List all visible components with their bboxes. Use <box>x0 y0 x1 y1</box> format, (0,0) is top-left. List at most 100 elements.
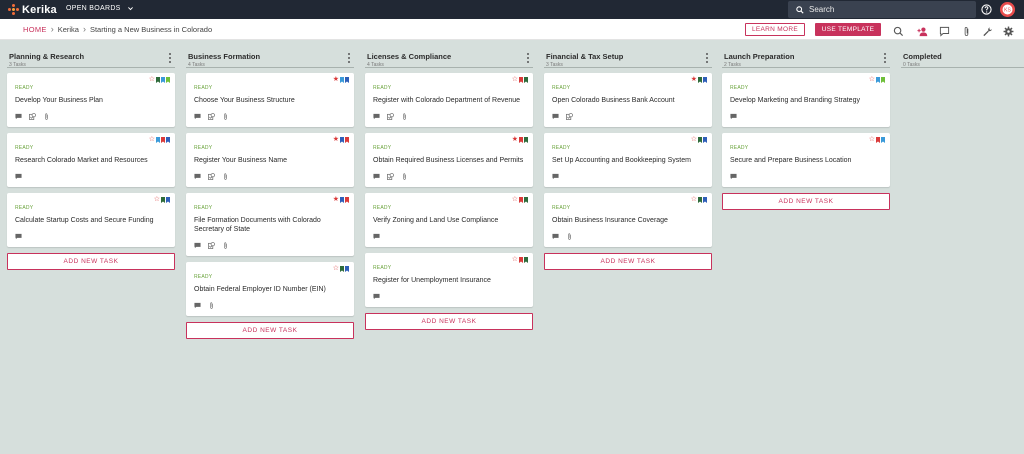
star-filled-icon[interactable]: ★ <box>333 196 339 203</box>
card-icons <box>373 172 525 181</box>
card-icons <box>15 232 167 241</box>
star-filled-icon[interactable]: ★ <box>512 136 518 143</box>
tag-bookmark-icon <box>876 76 880 83</box>
breadcrumb-home[interactable]: HOME <box>23 25 47 34</box>
chat-icon[interactable] <box>939 24 950 37</box>
task-card[interactable]: ☆ READY Research Colorado Market and Resou… <box>7 133 175 187</box>
star-outline-icon[interactable]: ☆ <box>149 76 155 83</box>
column-header: Planning & Research 3 Tasks <box>7 52 175 68</box>
column-title[interactable]: Planning & Research <box>9 52 84 61</box>
task-status: READY <box>373 145 392 151</box>
learn-more-button[interactable]: LEARN MORE <box>745 23 805 36</box>
task-card[interactable]: ☆ READY Register for Unemployment Insuranc… <box>365 253 533 307</box>
help-icon[interactable] <box>981 4 992 15</box>
task-title: Develop Marketing and Branding Strategy <box>730 97 860 104</box>
add-person-icon[interactable] <box>917 24 928 37</box>
tools-icon[interactable] <box>982 24 993 37</box>
tag-bookmark-icon <box>881 136 885 143</box>
task-title: Set Up Accounting and Bookkeeping System <box>552 157 691 164</box>
add-new-task-button[interactable]: ADD NEW TASK <box>722 193 890 210</box>
task-card[interactable]: ☆ READY Obtain Business Insurance Coverage <box>544 193 712 247</box>
task-status: READY <box>552 145 571 151</box>
top-bar: Kerika OPEN BOARDS KS <box>0 0 1024 19</box>
task-card[interactable]: ★ READY File Formation Documents with Colo… <box>186 193 354 256</box>
comment-icon <box>194 242 201 249</box>
star-filled-icon[interactable]: ★ <box>691 76 697 83</box>
tag-bookmark-icon <box>524 136 528 143</box>
column-header: Completed 0 Tasks <box>901 52 1024 68</box>
task-card[interactable]: ☆ READY Register with Colorado Department … <box>365 73 533 127</box>
tag-bookmark-icon <box>340 265 344 272</box>
column-task-count: 0 Tasks <box>903 62 920 68</box>
task-card[interactable]: ★ READY Obtain Required Business Licenses … <box>365 133 533 187</box>
column-menu-icon[interactable] <box>525 53 531 63</box>
task-card[interactable]: ☆ READY Develop Marketing and Branding Str… <box>722 73 890 127</box>
column-task-count: 3 Tasks <box>9 62 26 68</box>
attachment-icon[interactable] <box>961 24 972 37</box>
star-filled-icon[interactable]: ★ <box>333 136 339 143</box>
star-outline-icon[interactable]: ☆ <box>149 136 155 143</box>
task-card[interactable]: ☆ READY Calculate Startup Costs and Secure… <box>7 193 175 247</box>
card-icons <box>373 232 525 241</box>
comment-icon <box>194 173 201 180</box>
star-outline-icon[interactable]: ☆ <box>691 196 697 203</box>
column-menu-icon[interactable] <box>882 53 888 63</box>
star-outline-icon[interactable]: ☆ <box>869 136 875 143</box>
star-outline-icon[interactable]: ☆ <box>512 256 518 263</box>
task-card[interactable]: ☆ READY Secure and Prepare Business Locati… <box>722 133 890 187</box>
checklist-icon <box>387 173 394 180</box>
add-new-task-button[interactable]: ADD NEW TASK <box>544 253 712 270</box>
card-icons <box>15 172 167 181</box>
card-icons <box>194 301 346 310</box>
task-card[interactable]: ☆ READY Develop Your Business Plan <box>7 73 175 127</box>
tag-bookmark-icon <box>519 136 523 143</box>
column-task-count: 4 Tasks <box>188 62 205 68</box>
search-input[interactable] <box>809 5 959 14</box>
task-card[interactable]: ★ READY Open Colorado Business Bank Accoun… <box>544 73 712 127</box>
star-outline-icon[interactable]: ☆ <box>512 76 518 83</box>
star-outline-icon[interactable]: ☆ <box>333 265 339 272</box>
column-menu-icon[interactable] <box>346 53 352 63</box>
task-card[interactable]: ★ READY Register Your Business Name <box>186 133 354 187</box>
task-status: READY <box>194 145 213 151</box>
star-outline-icon[interactable]: ☆ <box>869 76 875 83</box>
column-title[interactable]: Business Formation <box>188 52 260 61</box>
column-title[interactable]: Completed <box>903 52 942 61</box>
tag-bookmark-icon <box>340 76 344 83</box>
task-card[interactable]: ★ READY Choose Your Business Structure <box>186 73 354 127</box>
add-new-task-button[interactable]: ADD NEW TASK <box>186 322 354 339</box>
use-template-button[interactable]: USE TEMPLATE <box>815 23 881 36</box>
tag-bookmark-icon <box>524 76 528 83</box>
column-task-count: 3 Tasks <box>546 62 563 68</box>
column-header: Launch Preparation 2 Tasks <box>722 52 890 68</box>
open-boards-menu[interactable]: OPEN BOARDS <box>66 5 134 12</box>
search-icon <box>796 5 804 14</box>
star-outline-icon[interactable]: ☆ <box>691 136 697 143</box>
column-menu-icon[interactable] <box>167 53 173 63</box>
add-new-task-button[interactable]: ADD NEW TASK <box>365 313 533 330</box>
open-boards-label: OPEN BOARDS <box>66 5 121 12</box>
column-title[interactable]: Launch Preparation <box>724 52 794 61</box>
star-outline-icon[interactable]: ☆ <box>512 196 518 203</box>
task-card[interactable]: ☆ READY Verify Zoning and Land Use Complia… <box>365 193 533 247</box>
task-card[interactable]: ☆ READY Set Up Accounting and Bookkeeping … <box>544 133 712 187</box>
star-filled-icon[interactable]: ★ <box>333 76 339 83</box>
tag-bookmark-icon <box>881 76 885 83</box>
breadcrumb-kerika[interactable]: Kerika <box>58 25 79 34</box>
star-outline-icon[interactable]: ☆ <box>154 196 160 203</box>
task-status: READY <box>730 85 749 91</box>
column-title[interactable]: Financial & Tax Setup <box>546 52 623 61</box>
attachment-icon <box>45 113 48 120</box>
kerika-logo[interactable]: Kerika <box>8 3 57 16</box>
column-title[interactable]: Licenses & Compliance <box>367 52 451 61</box>
board-search-icon[interactable] <box>893 24 904 37</box>
settings-icon[interactable] <box>1003 24 1014 37</box>
add-new-task-button[interactable]: ADD NEW TASK <box>7 253 175 270</box>
task-card[interactable]: ☆ READY Obtain Federal Employer ID Number … <box>186 262 354 316</box>
comment-icon <box>373 293 380 300</box>
task-title: Obtain Federal Employer ID Number (EIN) <box>194 286 326 293</box>
user-avatar[interactable]: KS <box>1000 2 1015 17</box>
card-icons <box>552 112 704 121</box>
column-menu-icon[interactable] <box>704 53 710 63</box>
search-box[interactable] <box>788 1 976 18</box>
